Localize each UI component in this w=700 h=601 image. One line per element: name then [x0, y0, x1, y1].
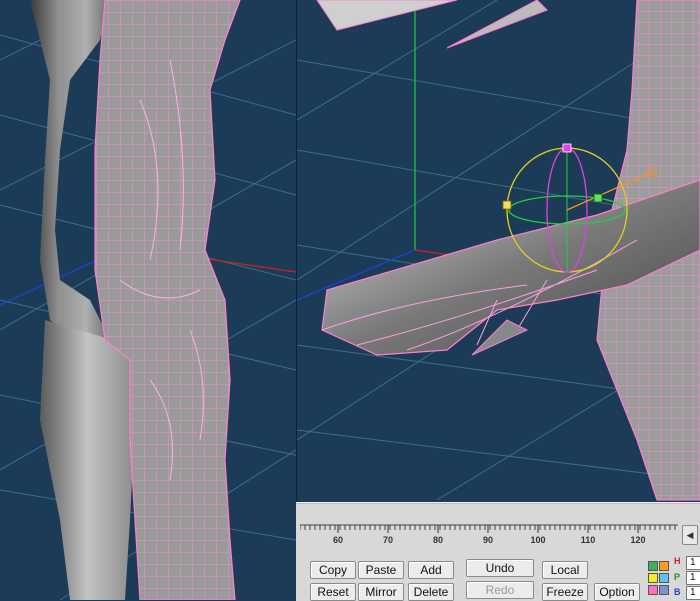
gizmo-handle-heading[interactable]: [502, 200, 512, 210]
viewport-left[interactable]: [0, 0, 296, 600]
paste-button[interactable]: Paste: [358, 561, 404, 579]
pitch-input[interactable]: 1: [686, 571, 700, 585]
ruler-tick-label: 80: [433, 535, 443, 545]
gizmo-handle-pitch[interactable]: [562, 143, 572, 153]
ruler-tick-label: 110: [581, 535, 596, 545]
undo-button[interactable]: Undo: [466, 559, 534, 577]
timeline-ruler[interactable]: 60 70 80 90 100 110 120: [300, 513, 678, 547]
bank-label: B: [674, 587, 681, 597]
add-button[interactable]: Add: [408, 561, 454, 579]
ruler-tick-label: 60: [333, 535, 343, 545]
ruler-tick-label: 90: [483, 535, 493, 545]
redo-button[interactable]: Redo: [466, 581, 534, 599]
pitch-label: P: [674, 572, 681, 582]
option-button[interactable]: Option: [594, 583, 640, 601]
gizmo-handle-bank[interactable]: [593, 193, 603, 203]
ruler-tick-label: 100: [530, 535, 545, 545]
chevron-left-icon[interactable]: ◀: [682, 525, 698, 545]
reset-button[interactable]: Reset: [310, 583, 356, 601]
color-swatch-yellow[interactable]: [648, 573, 658, 583]
color-swatch-blue[interactable]: [659, 585, 669, 595]
control-panel: 60 70 80 90 100 110 120 ◀ Copy Paste Add Undo …: [296, 502, 700, 601]
heading-label: H: [674, 556, 681, 566]
copy-button[interactable]: Copy: [310, 561, 356, 579]
bank-input[interactable]: 1: [686, 586, 700, 600]
delete-button[interactable]: Delete: [408, 583, 454, 601]
color-swatch-pink[interactable]: [648, 585, 658, 595]
color-swatch-green[interactable]: [648, 561, 658, 571]
ruler-tick-label: 120: [630, 535, 645, 545]
mesh-fragment-top-2: [446, 0, 548, 49]
color-swatch-cyan[interactable]: [659, 573, 669, 583]
ruler-tick-label: 70: [383, 535, 393, 545]
figure-leg-back: [40, 320, 135, 600]
heading-input[interactable]: 1: [686, 556, 700, 570]
mesh-fragment-top: [316, 0, 458, 31]
mirror-button[interactable]: Mirror: [358, 583, 404, 601]
local-button[interactable]: Local: [542, 561, 588, 579]
color-swatch-orange[interactable]: [659, 561, 669, 571]
viewport-left-canvas[interactable]: [0, 0, 296, 600]
freeze-button[interactable]: Freeze: [542, 583, 588, 601]
